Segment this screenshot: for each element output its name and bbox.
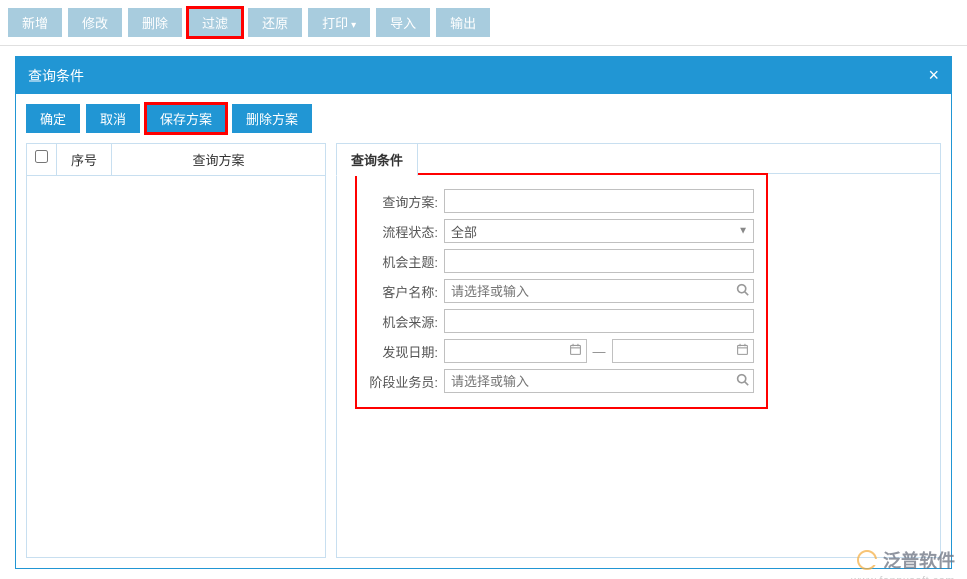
source-label: 机会来源:	[369, 312, 444, 331]
print-button[interactable]: 打印▾	[308, 8, 370, 37]
watermark: 泛普软件	[857, 547, 955, 573]
customer-label: 客户名称:	[369, 282, 444, 301]
dialog-title: 查询条件	[28, 66, 84, 86]
tab-conditions[interactable]: 查询条件	[336, 143, 418, 176]
logo-icon	[857, 550, 877, 570]
status-select-wrap: 全部 ▼	[444, 219, 754, 243]
staff-input[interactable]	[444, 369, 754, 393]
subject-input[interactable]	[444, 249, 754, 273]
row-source: 机会来源:	[369, 309, 754, 333]
condition-panel: 查询条件 查询方案: 流程状态: 全部 ▼	[336, 143, 941, 558]
import-button[interactable]: 导入	[376, 8, 430, 37]
date-from-input[interactable]	[444, 339, 587, 363]
plan-label: 查询方案:	[369, 192, 444, 211]
date-from-wrap	[444, 339, 587, 363]
restore-button[interactable]: 还原	[248, 8, 302, 37]
watermark-text: 泛普软件	[883, 547, 955, 573]
condition-form: 查询方案: 流程状态: 全部 ▼ 机会主题:	[355, 173, 768, 409]
top-toolbar: 新增 修改 删除 过滤 还原 打印▾ 导入 输出	[0, 0, 967, 46]
search-icon[interactable]	[736, 373, 749, 389]
customer-wrap	[444, 279, 754, 303]
row-plan: 查询方案:	[369, 189, 754, 213]
header-plan: 查询方案	[112, 144, 325, 175]
row-staff: 阶段业务员:	[369, 369, 754, 393]
subject-label: 机会主题:	[369, 252, 444, 271]
calendar-icon[interactable]	[736, 343, 749, 359]
select-all-checkbox[interactable]	[35, 150, 48, 163]
new-button[interactable]: 新增	[8, 8, 62, 37]
status-label: 流程状态:	[369, 222, 444, 241]
delete-plan-button[interactable]: 删除方案	[232, 104, 312, 133]
status-select[interactable]: 全部	[444, 219, 754, 243]
close-icon[interactable]: ×	[928, 65, 939, 86]
date-range: —	[444, 339, 754, 363]
header-checkbox-cell	[27, 144, 57, 175]
date-separator: —	[591, 344, 608, 359]
cancel-button[interactable]: 取消	[86, 104, 140, 133]
query-dialog: 查询条件 × 确定 取消 保存方案 删除方案 序号 查询方案 查询条件	[15, 56, 952, 569]
ok-button[interactable]: 确定	[26, 104, 80, 133]
staff-wrap	[444, 369, 754, 393]
chevron-down-icon: ▾	[351, 20, 356, 31]
date-label: 发现日期:	[369, 342, 444, 361]
delete-button[interactable]: 删除	[128, 8, 182, 37]
watermark-url: www.fanpusoft.com	[851, 575, 955, 579]
source-input[interactable]	[444, 309, 754, 333]
row-date: 发现日期: —	[369, 339, 754, 363]
filter-button[interactable]: 过滤	[188, 8, 242, 37]
edit-button[interactable]: 修改	[68, 8, 122, 37]
dialog-body: 序号 查询方案 查询条件 查询方案: 流程状态: 全部 ▼	[16, 143, 951, 568]
dialog-header: 查询条件 ×	[16, 57, 951, 94]
save-plan-button[interactable]: 保存方案	[146, 104, 226, 133]
date-to-input[interactable]	[612, 339, 755, 363]
plan-table: 序号 查询方案	[26, 143, 326, 558]
dialog-toolbar: 确定 取消 保存方案 删除方案	[16, 94, 951, 143]
table-header: 序号 查询方案	[27, 144, 325, 176]
date-to-wrap	[612, 339, 755, 363]
export-button[interactable]: 输出	[436, 8, 490, 37]
row-status: 流程状态: 全部 ▼	[369, 219, 754, 243]
search-icon[interactable]	[736, 283, 749, 299]
customer-input[interactable]	[444, 279, 754, 303]
staff-label: 阶段业务员:	[369, 372, 444, 391]
calendar-icon[interactable]	[569, 343, 582, 359]
print-label: 打印	[322, 16, 348, 31]
row-customer: 客户名称:	[369, 279, 754, 303]
plan-input[interactable]	[444, 189, 754, 213]
header-seq: 序号	[57, 144, 112, 175]
row-subject: 机会主题:	[369, 249, 754, 273]
